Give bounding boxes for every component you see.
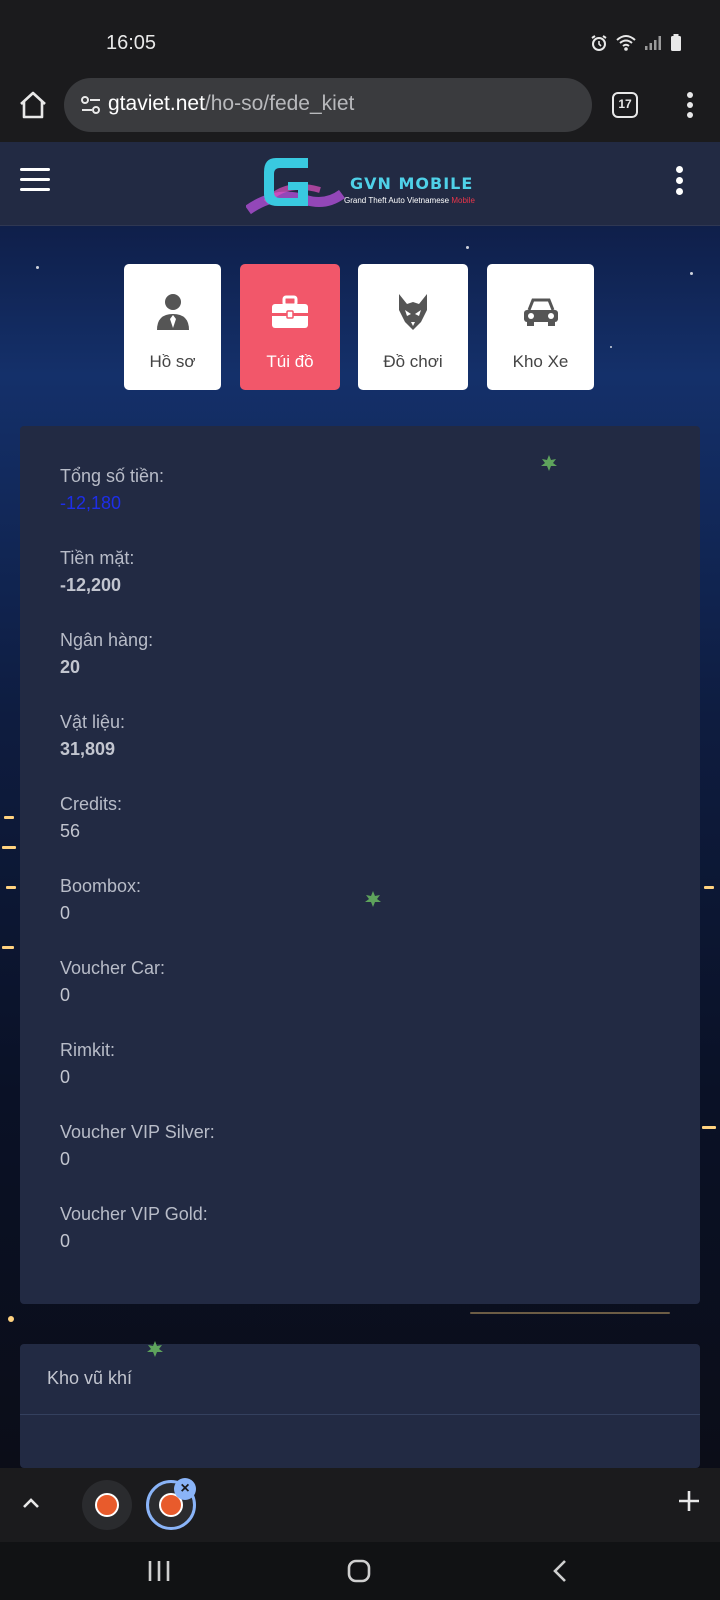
briefcase-icon (272, 295, 308, 328)
site-menu-icon[interactable] (676, 166, 688, 196)
status-icons (590, 34, 682, 52)
item-voucher-vip-gold: Voucher VIP Gold: 0 (60, 1204, 208, 1252)
status-time: 16:05 (106, 32, 157, 54)
item-materials: Vật liệu: 31,809 (60, 712, 125, 760)
bottom-tab-strip: × (0, 1468, 720, 1542)
back-icon[interactable] (546, 1556, 576, 1586)
tab-toys-label: Đồ chơi (383, 352, 443, 371)
item-label: Tổng số tiền: (60, 466, 165, 486)
item-value: 0 (60, 1067, 71, 1087)
wifi-icon (616, 35, 636, 51)
item-label: Boombox: (60, 876, 142, 896)
leaf-icon (365, 891, 381, 907)
browser-toolbar: gtaviet.net/ho-so/fede_kiet 17 (0, 72, 720, 142)
logo-subtitle-main: Grand Theft Auto Vietnamese (344, 196, 450, 205)
item-label: Credits: (60, 794, 123, 814)
item-value: 0 (60, 903, 71, 923)
item-label: Voucher VIP Silver: (60, 1122, 215, 1142)
logo-subtitle-accent: Mobile (451, 196, 475, 205)
battery-icon (671, 34, 681, 51)
weapon-storage-title: Kho vũ khí (47, 1368, 133, 1388)
tab-profile-label: Hồ sơ (149, 352, 196, 371)
tab-inventory-label: Túi đồ (266, 352, 314, 371)
signal-icon (645, 36, 661, 50)
status-bar: 16:05 (0, 0, 720, 72)
site-favicon (95, 1493, 119, 1517)
item-voucher-car: Voucher Car: 0 (60, 958, 165, 1006)
item-label: Vật liệu: (60, 712, 126, 732)
item-value: 31,809 (60, 739, 116, 759)
site-settings-icon[interactable] (78, 92, 104, 118)
leaf-icon (147, 1341, 163, 1357)
tab-toys[interactable]: Đồ chơi (358, 264, 468, 390)
chevron-up-icon[interactable] (20, 1492, 42, 1514)
item-voucher-vip-silver: Voucher VIP Silver: 0 (60, 1122, 215, 1170)
item-label: Ngân hàng: (60, 630, 154, 650)
site-header: GVN MOBILE Grand Theft Auto Vietnamese M… (0, 142, 720, 226)
item-boombox: Boombox: 0 (60, 876, 141, 924)
weapon-storage-panel: Kho vũ khí (20, 1341, 700, 1468)
item-label: Voucher Car: (60, 958, 166, 978)
item-cash: Tiền mặt: -12,200 (60, 548, 134, 596)
item-bank: Ngân hàng: 20 (60, 630, 153, 678)
item-value: 20 (60, 657, 81, 677)
logo-title: GVN MOBILE (350, 174, 474, 193)
tab-garage[interactable]: Kho Xe (487, 264, 594, 390)
item-value: 0 (60, 1231, 71, 1251)
url-domain: gtaviet.net (108, 92, 205, 115)
tab-profile[interactable]: Hồ sơ (124, 264, 221, 390)
divider (20, 1414, 700, 1415)
item-label: Rimkit: (60, 1040, 115, 1060)
item-rimkit: Rimkit: 0 (60, 1040, 115, 1088)
item-credits: Credits: 56 (60, 794, 122, 842)
system-nav-bar (0, 1542, 720, 1600)
item-value: -12,200 (60, 575, 122, 595)
tab-garage-label: Kho Xe (512, 352, 569, 371)
item-label: Voucher VIP Gold: (60, 1204, 208, 1224)
user-icon (156, 294, 189, 330)
url-path: /ho-so/fede_kiet (204, 92, 355, 115)
item-value: -12,180 (60, 493, 122, 513)
item-label: Tiền mặt: (60, 548, 135, 568)
car-icon (523, 298, 558, 326)
new-tab-icon[interactable] (676, 1488, 702, 1514)
site-logo[interactable]: GVN MOBILE Grand Theft Auto Vietnamese M… (246, 150, 482, 218)
browser-menu-icon[interactable] (680, 90, 700, 120)
item-value: 56 (60, 821, 81, 841)
leaf-icon (541, 455, 557, 471)
home-nav-icon[interactable] (344, 1556, 374, 1586)
tab-inventory[interactable]: Túi đồ (240, 264, 340, 390)
address-bar[interactable]: gtaviet.net/ho-so/fede_kiet (64, 78, 592, 132)
logo-emblem-icon (246, 158, 345, 215)
item-total-money: Tổng số tiền: -12,180 (60, 466, 164, 514)
home-icon[interactable] (16, 88, 50, 122)
tab-switcher-button[interactable]: 17 (612, 92, 638, 118)
inventory-panel: Tổng số tiền: -12,180 Tiền mặt: -12,200 … (20, 426, 700, 1304)
item-value: 0 (60, 1149, 71, 1169)
hamburger-menu-icon[interactable] (20, 168, 50, 192)
item-value: 0 (60, 985, 71, 1005)
wolf-mask-icon (399, 294, 427, 330)
alarm-icon (591, 35, 607, 51)
url-text: gtaviet.net/ho-so/fede_kiet (108, 92, 354, 116)
close-tab-icon[interactable]: × (174, 1478, 196, 1500)
tab-thumbnail[interactable] (82, 1480, 132, 1530)
recents-icon[interactable] (144, 1556, 174, 1586)
logo-subtitle: Grand Theft Auto Vietnamese Mobile (344, 196, 475, 205)
